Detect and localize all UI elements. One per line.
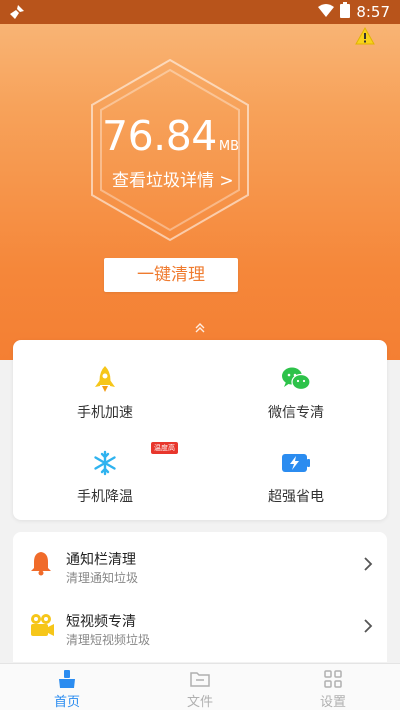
battery-icon xyxy=(236,448,356,478)
tool-power-save[interactable]: 超强省电 xyxy=(236,448,356,506)
chevron-right-icon xyxy=(363,556,373,576)
high-temperature-badge: 温度高 xyxy=(151,442,178,454)
list-item-subtitle: 清理通知垃圾 xyxy=(66,571,139,585)
battery-status-icon xyxy=(340,2,351,22)
feature-list: 通知栏清理 清理通知垃圾 短视频专清 清理短视频垃圾 xyxy=(13,532,387,662)
junk-size-value: 76.84 xyxy=(102,112,217,160)
tab-files[interactable]: 文件 xyxy=(160,668,240,710)
broom-notification-icon xyxy=(9,4,25,24)
tab-label: 文件 xyxy=(186,695,213,710)
tools-card: 手机加速 微信专清 温度高 手机降温 超强省电 xyxy=(13,340,387,520)
list-item-short-video-clean[interactable]: 短视频专清 清理短视频垃圾 xyxy=(13,600,387,660)
broom-icon xyxy=(27,668,107,690)
status-bar: 8:57 xyxy=(0,0,400,24)
list-item-notification-clean[interactable]: 通知栏清理 清理通知垃圾 xyxy=(13,538,387,598)
video-icon xyxy=(29,612,55,642)
junk-size-hexagon[interactable]: 76.84 MB 查看垃圾详情 > xyxy=(90,58,250,242)
tool-label: 手机降温 xyxy=(77,489,133,505)
tab-label: 设置 xyxy=(319,695,346,710)
bottom-tab-bar: 首页 文件 设置 xyxy=(0,663,400,710)
chevron-right-icon xyxy=(363,618,373,638)
tool-label: 微信专清 xyxy=(268,405,324,421)
grid-icon xyxy=(293,668,373,690)
wifi-icon xyxy=(318,3,335,22)
status-time: 8:57 xyxy=(356,3,390,21)
tab-label: 首页 xyxy=(53,695,80,710)
one-click-clean-button[interactable]: 一键清理 xyxy=(104,258,238,292)
tool-label: 手机加速 xyxy=(77,405,133,421)
tab-home[interactable]: 首页 xyxy=(27,668,107,710)
snowflake-icon xyxy=(45,448,165,478)
list-item-title: 短视频专清 xyxy=(66,614,136,630)
tool-label: 超强省电 xyxy=(268,489,324,505)
tool-phone-boost[interactable]: 手机加速 xyxy=(45,364,165,422)
folder-icon xyxy=(160,668,240,690)
view-junk-details-link[interactable]: 查看垃圾详情 > xyxy=(112,166,234,191)
list-item-title: 通知栏清理 xyxy=(66,552,136,568)
rocket-icon xyxy=(45,364,165,394)
wechat-icon xyxy=(236,364,356,394)
tool-wechat-clean[interactable]: 微信专清 xyxy=(236,364,356,422)
junk-size: 76.84 MB xyxy=(90,113,250,159)
bell-icon xyxy=(29,550,53,580)
warning-icon[interactable] xyxy=(355,26,375,49)
list-item-subtitle: 清理短视频垃圾 xyxy=(66,633,151,647)
tab-settings[interactable]: 设置 xyxy=(293,668,373,710)
double-chevron-up-icon[interactable] xyxy=(194,319,206,338)
junk-size-unit: MB xyxy=(218,139,240,154)
tool-phone-cool[interactable]: 温度高 手机降温 xyxy=(45,442,178,506)
